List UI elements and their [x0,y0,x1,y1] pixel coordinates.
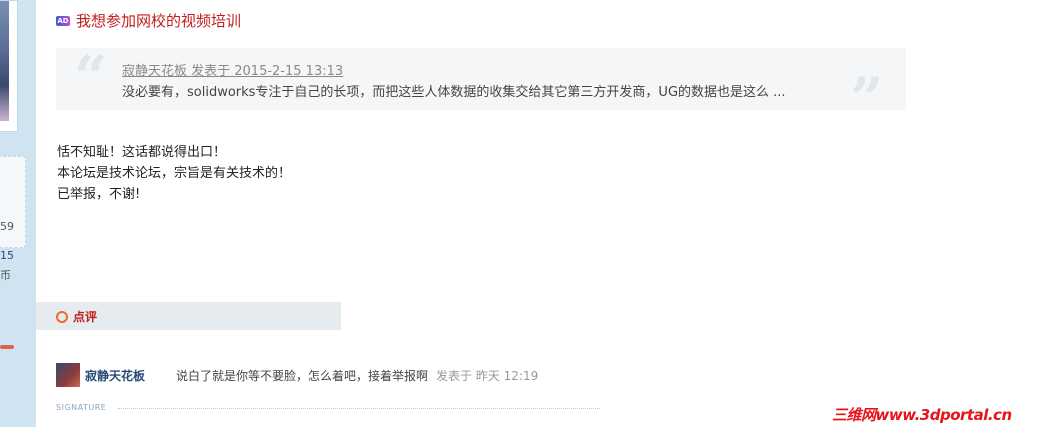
author-avatar-frame[interactable] [0,0,18,132]
comment-username-link[interactable]: 寂静天花板 [85,367,145,384]
comments-header: 点评 [36,302,341,330]
close-quote-icon: ” [850,65,884,133]
content-line: 恬不知耻！这话都说得出口！ [57,145,227,160]
content-line: 已举报，不谢! [57,187,141,202]
quote-meta-link[interactable]: 寂静天花板 发表于 2015-2-15 13:13 [122,60,343,79]
sidebar-progress-bar [0,345,14,349]
signature-label: SIGNATURE [56,403,107,412]
sidebar-stat-1: 59 [0,220,14,233]
left-sidebar: 59 15 币 [0,0,36,427]
author-profile-box [0,156,26,248]
quote-block: “ 寂静天花板 发表于 2015-2-15 13:13 没必要有，solidwo… [56,43,906,128]
post-title-link[interactable]: 我想参加网校的视频培训 [76,10,241,31]
comment-item: 寂静天花板 说白了就是你等不要脸，怎么着吧，接着举报啊 发表于 昨天 12:19 [56,363,616,387]
signature-divider [118,408,600,409]
ad-badge-icon: AD [56,15,70,26]
post-title-row: AD 我想参加网校的视频培训 [56,10,241,31]
content-line: 本论坛是技术论坛，宗旨是有关技术的！ [57,166,292,181]
comment-avatar[interactable] [56,363,80,387]
quote-body: 没必要有，solidworks专注于自己的长项，而把这些人体数据的收集交给其它第… [122,85,786,100]
sidebar-stat-2[interactable]: 15 [0,249,14,262]
circle-icon [56,311,68,323]
comments-title: 点评 [73,310,98,324]
author-avatar[interactable] [0,1,9,121]
site-watermark: 三维网www.3dportal.cn [832,406,1012,424]
sidebar-stat-3: 币 [0,269,11,282]
open-quote-icon: “ [74,43,108,111]
post-content: 恬不知耻！这话都说得出口！ 本论坛是技术论坛，宗旨是有关技术的！ 已举报，不谢! [57,142,291,205]
comment-text: 说白了就是你等不要脸，怎么着吧，接着举报啊 [176,369,429,383]
comment-time: 发表于 昨天 12:19 [436,369,539,383]
